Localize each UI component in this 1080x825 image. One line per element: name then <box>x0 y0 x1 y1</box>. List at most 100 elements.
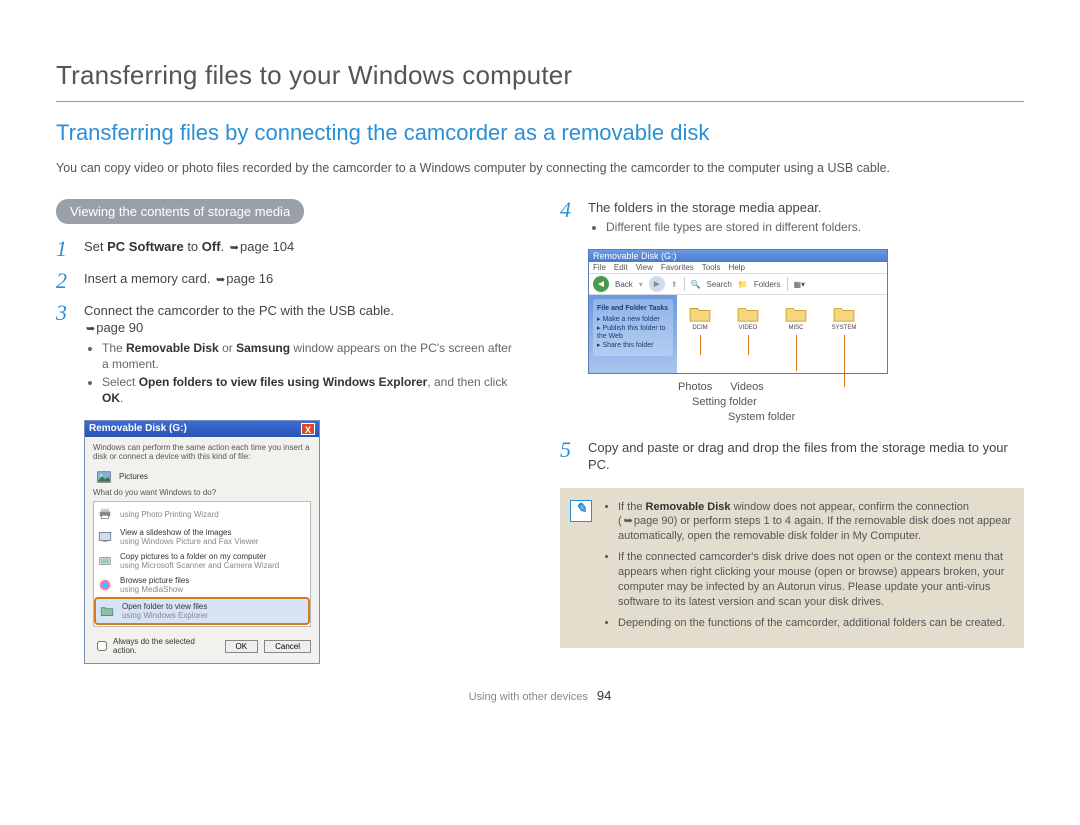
always-checkbox[interactable]: Always do the selected action. <box>93 637 219 655</box>
folder-system[interactable]: SYSTEM <box>827 305 861 371</box>
side-task-2[interactable]: ▸ Publish this folder to the Web <box>597 325 669 342</box>
autoplay-dialog: Removable Disk (G:) X Windows can perfor… <box>84 420 320 665</box>
step-2-text: Insert a memory card. <box>84 271 214 286</box>
mediashow-icon <box>96 577 114 593</box>
step-4-text: The folders in the storage media appear. <box>588 200 821 215</box>
right-column: 4 The folders in the storage media appea… <box>560 199 1024 665</box>
dlg-opt-browse[interactable]: Browse picture filesusing MediaShow <box>94 573 310 597</box>
s3b2-bold2: OK <box>102 391 120 405</box>
slideshow-icon <box>96 529 114 545</box>
folder-icon <box>688 305 712 323</box>
search-icon[interactable]: 🔍 <box>691 280 701 289</box>
step-2-ref: page 16 <box>214 271 273 286</box>
folder-callouts: Photos Videos Setting folder System fold… <box>678 380 1024 425</box>
folder-dcim-label: DCIM <box>692 325 707 331</box>
menu-file[interactable]: File <box>593 263 606 272</box>
step-4: 4 The folders in the storage media appea… <box>560 199 1024 239</box>
step-1-bold-1: PC Software <box>107 239 184 254</box>
s3b1-mid: or <box>219 341 236 355</box>
note-icon: ✎ <box>570 500 592 522</box>
printer-icon <box>96 506 114 522</box>
folder-icon <box>832 305 856 323</box>
intro-text: You can copy video or photo files record… <box>56 160 1024 177</box>
step-3-text: Connect the camcorder to the PC with the… <box>84 303 394 318</box>
pictures-icon <box>95 469 113 485</box>
step-3: 3 Connect the camcorder to the PC with t… <box>56 302 520 410</box>
s3b2-mid: , and then click <box>427 375 507 389</box>
section-heading: Transferring files by connecting the cam… <box>56 120 1024 146</box>
dialog-titlebar[interactable]: Removable Disk (G:) X <box>85 421 319 437</box>
menu-edit[interactable]: Edit <box>614 263 628 272</box>
opt3-sub: using Microsoft Scanner and Camera Wizar… <box>120 561 279 570</box>
s3b1-bold1: Removable Disk <box>126 341 219 355</box>
s3b2-bold1: Open folders to view files using Windows… <box>139 375 428 389</box>
menu-help[interactable]: Help <box>728 263 744 272</box>
explorer-main: DCIM VIDEO MISC <box>677 295 887 373</box>
s3b1-pre: The <box>102 341 126 355</box>
note-item-2: If the connected camcorder's disk drive … <box>618 550 1012 609</box>
folder-dcim[interactable]: DCIM <box>683 305 717 371</box>
folder-open-icon <box>98 603 116 619</box>
step-4-bullet-1: Different file types are stored in diffe… <box>606 220 1024 236</box>
back-label: Back <box>615 280 633 289</box>
folder-misc[interactable]: MISC <box>779 305 813 371</box>
footer-page-number: 94 <box>597 688 611 703</box>
opt1-sub: using Photo Printing Wizard <box>120 510 219 519</box>
ok-button[interactable]: OK <box>225 640 259 653</box>
dialog-prompt: What do you want Windows to do? <box>93 488 311 498</box>
note-box: ✎ If the Removable Disk window does not … <box>560 488 1024 649</box>
folder-icon <box>736 305 760 323</box>
s3b1-bold2: Samsung <box>236 341 290 355</box>
explorer-menubar[interactable]: File Edit View Favorites Tools Help <box>589 262 887 273</box>
callout-system: System folder <box>728 410 1024 425</box>
step-3-ref: page 90 <box>84 320 143 335</box>
folders-label: Folders <box>754 280 781 289</box>
opt3-title: Copy pictures to a folder on my computer <box>120 552 279 561</box>
side-task-3[interactable]: ▸ Share this folder <box>597 342 669 350</box>
step-4-number: 4 <box>560 199 578 239</box>
forward-icon[interactable]: ► <box>649 276 665 292</box>
explorer-sidebar: File and Folder Tasks ▸ Make a new folde… <box>589 295 677 373</box>
pictures-label: Pictures <box>119 472 148 481</box>
step-1-text-post: . <box>221 239 228 254</box>
n1-bold: Removable Disk <box>646 501 731 513</box>
dialog-media-type: Pictures <box>93 466 311 488</box>
step-1: 1 Set PC Software to Off. page 104 <box>56 238 520 260</box>
close-icon[interactable]: X <box>301 423 315 435</box>
s3b2-pre: Select <box>102 375 139 389</box>
n1-ref: page 90 <box>622 515 674 527</box>
folder-icon <box>784 305 808 323</box>
note-item-1: If the Removable Disk window does not ap… <box>618 500 1012 545</box>
dlg-opt-slideshow[interactable]: View a slideshow of the imagesusing Wind… <box>94 525 310 549</box>
left-column: Viewing the contents of storage media 1 … <box>56 199 520 665</box>
up-icon[interactable]: ⬆ <box>671 280 678 289</box>
back-icon[interactable]: ◄ <box>593 276 609 292</box>
menu-favorites[interactable]: Favorites <box>661 263 694 272</box>
opt2-sub: using Windows Picture and Fax Viewer <box>120 537 259 546</box>
views-icon[interactable]: ▦▾ <box>794 280 806 289</box>
menu-view[interactable]: View <box>636 263 653 272</box>
folder-misc-label: MISC <box>789 325 804 331</box>
folder-video-label: VIDEO <box>739 325 758 331</box>
page-footer: Using with other devices 94 <box>56 688 1024 703</box>
step-2-number: 2 <box>56 270 74 292</box>
step-1-number: 1 <box>56 238 74 260</box>
opt4-title: Browse picture files <box>120 576 189 585</box>
step-3-bullet-2: Select Open folders to view files using … <box>102 375 520 406</box>
step-1-text-pre: Set <box>84 239 107 254</box>
step-5-text: Copy and paste or drag and drop the file… <box>588 440 1008 473</box>
side-task-1[interactable]: ▸ Make a new folder <box>597 316 669 324</box>
folder-video[interactable]: VIDEO <box>731 305 765 371</box>
n1-pre: If the <box>618 501 646 513</box>
s3b2-post: . <box>120 391 123 405</box>
explorer-titlebar[interactable]: Removable Disk (G:) <box>589 250 887 262</box>
note-item-3: Depending on the functions of the camcor… <box>618 616 1012 631</box>
folders-icon[interactable]: 📁 <box>738 280 748 289</box>
dlg-opt-photo-wizard[interactable]: using Photo Printing Wizard <box>94 503 310 525</box>
dlg-opt-copy[interactable]: Copy pictures to a folder on my computer… <box>94 549 310 573</box>
menu-tools[interactable]: Tools <box>702 263 721 272</box>
cancel-button[interactable]: Cancel <box>264 640 311 653</box>
step-1-ref: page 104 <box>228 239 294 254</box>
footer-section: Using with other devices <box>469 691 588 703</box>
dlg-opt-open-folder[interactable]: Open folder to view filesusing Windows E… <box>94 597 310 625</box>
